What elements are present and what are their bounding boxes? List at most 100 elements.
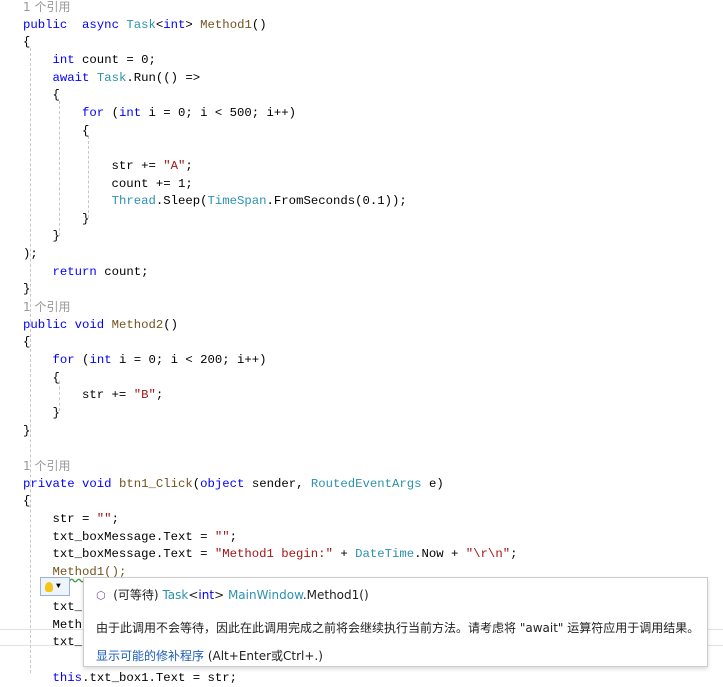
code-token: () [251, 17, 267, 32]
code-line: str = ""; [23, 510, 119, 528]
code-token: count = 0; [74, 52, 156, 67]
code-line: private void btn1_Click(object sender, R… [23, 475, 444, 493]
chevron-down-icon: ▼ [56, 582, 61, 591]
code-token: "B" [133, 388, 156, 403]
code-line: await Task.Run(() => [23, 69, 201, 87]
code-token: str += [23, 158, 164, 173]
code-line: str += "B"; [23, 386, 163, 404]
code-token: .Sleep( [155, 194, 208, 209]
code-line: { [23, 333, 30, 351]
code-token: TimeSpan [207, 194, 267, 209]
code-token: private [23, 476, 75, 491]
code-token: "\r\n" [465, 547, 511, 562]
code-token: "Method1 begin:" [214, 547, 333, 562]
code-token: "" [96, 511, 112, 526]
code-line: for (int i = 0; i < 200; i++) [23, 351, 267, 369]
code-line: txt_ [23, 598, 83, 616]
code-token: } [23, 229, 60, 244]
code-token: Method2 [111, 317, 164, 332]
code-token: i = 0; i < 200; i++) [111, 353, 267, 367]
code-line: Thread.Sleep(TimeSpan.FromSeconds(0.1)); [23, 192, 407, 210]
awaitable-label: (可等待) [113, 588, 163, 602]
code-token: e) [421, 476, 444, 491]
code-token: Method1 [200, 17, 252, 32]
code-token: } [23, 282, 31, 297]
code-token: } [23, 405, 60, 420]
code-token: ; [185, 158, 193, 173]
code-token: .Now + [414, 547, 466, 562]
code-token: { [23, 123, 90, 138]
code-token: + [332, 547, 356, 562]
code-line: txt_ [23, 633, 83, 651]
code-token: void [82, 476, 112, 491]
code-token: } [23, 211, 90, 226]
code-token: 1 个引用 [23, 300, 71, 315]
code-token: ( [74, 353, 90, 367]
code-line: str += "A"; [23, 157, 193, 175]
code-token: Thread [111, 194, 156, 209]
code-token: { [23, 335, 31, 350]
code-line: } [23, 280, 30, 298]
code-line: } [23, 404, 60, 422]
code-line: { [23, 122, 89, 140]
codelens-references[interactable]: 1 个引用 [23, 457, 70, 475]
code-token: { [23, 35, 31, 50]
code-token: public [23, 317, 68, 332]
code-token: ); [23, 247, 38, 262]
code-token: ; [229, 529, 238, 544]
code-token: .Run(() => [126, 70, 201, 85]
fix-shortcut: (Alt+Enter或Ctrl+.) [204, 649, 323, 663]
code-token: int [89, 353, 112, 367]
code-token: DateTime [355, 547, 415, 562]
tooltip-fix-row: 显示可能的修补程序 (Alt+Enter或Ctrl+.) [96, 647, 323, 664]
code-token: btn1_Click [118, 476, 193, 491]
code-token: ; [155, 388, 164, 403]
method-name: .Method1() [302, 588, 369, 602]
code-token: str = [23, 511, 97, 526]
code-token: txt_ [23, 635, 83, 650]
code-line: { [23, 86, 60, 104]
code-token: } [23, 423, 31, 438]
code-token: ( [104, 105, 119, 120]
code-token: int [118, 105, 142, 120]
code-token: 1 个引用 [23, 458, 71, 473]
code-line: } [23, 210, 89, 228]
method-cube-icon: ⬡ [96, 589, 106, 602]
show-fixes-link[interactable]: 显示可能的修补程序 [96, 649, 204, 663]
code-token: { [23, 370, 60, 385]
code-token: count += 1; [23, 176, 193, 191]
angle-close: > [214, 588, 225, 602]
code-token: return [52, 264, 97, 279]
code-token: Task [126, 17, 156, 32]
code-token: Meth [23, 617, 83, 632]
code-token: i = 0; i < 500; i++) [141, 105, 297, 120]
code-line: public async Task<int> Method1() [23, 16, 267, 34]
type-arg: int [198, 588, 215, 602]
code-token: object [200, 476, 245, 491]
code-token: > [185, 17, 201, 32]
code-token: txt_boxMessage.Text = [23, 547, 215, 562]
code-token: RoutedEventArgs [310, 476, 422, 491]
code-line: int count = 0; [23, 51, 156, 69]
code-token: { [23, 494, 31, 509]
code-token: for [82, 105, 105, 120]
codelens-references[interactable]: 1 个引用 [23, 298, 70, 316]
quick-actions-button[interactable]: ▼ [40, 577, 70, 596]
code-token: "" [214, 529, 230, 544]
code-token: txt_ [23, 600, 83, 615]
codelens-references[interactable]: 1 个引用 [23, 0, 70, 16]
code-line: count += 1; [23, 175, 193, 193]
code-token: await [52, 70, 90, 85]
code-line: txt_boxMessage.Text = "Method1 begin:" +… [23, 545, 518, 563]
code-line: this.txt_box1.Text = str; [23, 669, 238, 687]
